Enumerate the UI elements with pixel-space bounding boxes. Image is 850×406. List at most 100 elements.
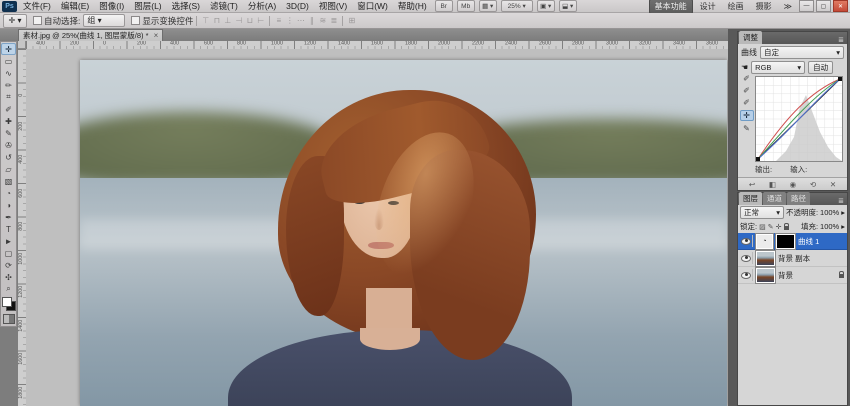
menu-help[interactable]: 帮助(H) [394, 0, 431, 12]
curves-auto-button[interactable]: 自动 [808, 61, 833, 74]
rectangle-shape-tool[interactable]: ▢ [1, 247, 16, 259]
curves-grid[interactable] [755, 76, 843, 162]
panel-menu-icon[interactable]: ≣ [836, 197, 846, 205]
opacity-slider-arrow[interactable]: ▸ [841, 208, 845, 217]
distribute-left-icon[interactable]: ∥ [306, 15, 317, 26]
layer-thumbnail[interactable] [756, 268, 775, 283]
mini-bridge-icon[interactable]: Mb [457, 0, 475, 12]
layer-row-curves1[interactable]: ◔ 曲线 1 [738, 233, 847, 250]
align-vcenter-icon[interactable]: ⊓ [211, 15, 222, 26]
black-point-eyedropper-icon[interactable]: ✐ [743, 74, 750, 83]
fill-slider-arrow[interactable]: ▸ [841, 222, 845, 231]
align-right-icon[interactable]: ⊢ [255, 15, 266, 26]
document-tab-close-icon[interactable]: × [154, 31, 159, 40]
brush-tool[interactable]: ✎ [1, 127, 16, 139]
path-selection-tool[interactable]: ► [1, 235, 16, 247]
distribute-right-icon[interactable]: ≣ [328, 15, 339, 26]
arrange-documents-icon[interactable]: ▣ ▾ [537, 0, 555, 12]
gradient-tool[interactable]: ▧ [1, 175, 16, 187]
menu-layer[interactable]: 图层(L) [130, 0, 165, 12]
panel-menu-icon[interactable]: ≣ [836, 36, 846, 44]
return-to-list-icon[interactable]: ↩ [749, 180, 755, 189]
lock-transparency-icon[interactable]: ▨ [759, 223, 766, 231]
ruler-origin-corner[interactable] [18, 41, 26, 49]
menu-window[interactable]: 窗口(W) [353, 0, 392, 12]
crop-tool[interactable]: ⌗ [1, 91, 16, 103]
canvas-pasteboard[interactable] [26, 49, 728, 406]
zoom-level-dropdown[interactable]: 25% ▾ [501, 0, 533, 12]
layer-visibility-icon[interactable]: ◉ [790, 180, 797, 189]
quick-mask-mode-button[interactable] [3, 314, 15, 324]
window-close-button[interactable]: ✕ [833, 0, 848, 12]
tab-layers[interactable]: 图层 [739, 192, 762, 205]
zoom-tool[interactable]: ⌕ [1, 283, 16, 295]
menu-3d[interactable]: 3D(D) [282, 1, 313, 11]
opacity-value[interactable]: 100% [820, 208, 839, 217]
spot-healing-brush-tool[interactable]: ✚ [1, 115, 16, 127]
align-bottom-icon[interactable]: ⊥ [222, 15, 233, 26]
workspace-design-button[interactable]: 设计 [695, 0, 721, 13]
menu-file[interactable]: 文件(F) [19, 0, 55, 12]
view-extras-icon[interactable]: ▦ ▾ [479, 0, 497, 12]
eyedropper-tool[interactable]: ✐ [1, 103, 16, 115]
rectangular-marquee-tool[interactable]: ▭ [1, 55, 16, 67]
tab-channels[interactable]: 通道 [763, 192, 786, 205]
tab-paths[interactable]: 路径 [787, 192, 810, 205]
menu-select[interactable]: 选择(S) [168, 0, 204, 12]
bridge-icon[interactable]: Br [435, 0, 453, 12]
eraser-tool[interactable]: ▱ [1, 163, 16, 175]
menu-view[interactable]: 视图(V) [315, 0, 351, 12]
move-tool-preset[interactable]: ✛ ▾ [3, 14, 27, 28]
hand-tool[interactable]: ✣ [1, 271, 16, 283]
targeted-adjustment-hand-icon[interactable]: ☚ [741, 63, 748, 72]
layer-thumbnail[interactable] [756, 251, 775, 266]
auto-select-checkbox[interactable] [33, 16, 42, 25]
align-hcenter-icon[interactable]: ⊔ [244, 15, 255, 26]
lock-position-icon[interactable]: ✛ [776, 223, 782, 231]
move-tool[interactable]: ✛ [1, 43, 16, 55]
menu-edit[interactable]: 编辑(E) [57, 0, 93, 12]
foreground-color-swatch[interactable] [2, 297, 12, 307]
pen-tool[interactable]: ✒ [1, 211, 16, 223]
clip-to-layer-icon[interactable]: ◧ [769, 180, 776, 189]
clone-stamp-tool[interactable]: ✇ [1, 139, 16, 151]
fill-value[interactable]: 100% [820, 222, 839, 231]
workspace-more-chevron[interactable]: ≫ [779, 1, 797, 12]
layer-name[interactable]: 背景 [778, 270, 793, 281]
targeted-adjustment-tool-icon[interactable]: ✛ [740, 110, 754, 121]
curves-channel-dropdown[interactable]: RGB ▾ [751, 61, 805, 74]
show-transform-checkbox[interactable] [131, 16, 140, 25]
document-canvas-image[interactable] [80, 60, 727, 406]
dodge-tool[interactable]: ◑ [1, 199, 16, 211]
3d-rotate-tool[interactable]: ⟳ [1, 259, 16, 271]
lock-all-icon[interactable] [784, 226, 789, 230]
curves-preset-dropdown[interactable]: 自定 ▾ [760, 46, 844, 59]
lasso-tool[interactable]: ∿ [1, 67, 16, 79]
reset-adjustment-icon[interactable]: ⟲ [810, 180, 816, 189]
menu-filter[interactable]: 滤镜(T) [206, 0, 242, 12]
workspace-essentials-button[interactable]: 基本功能 [649, 0, 693, 14]
align-left-icon[interactable]: ⊣ [233, 15, 244, 26]
screen-mode-icon[interactable]: ⬓ ▾ [559, 0, 577, 12]
align-top-icon[interactable]: ⊤ [200, 15, 211, 26]
gray-point-eyedropper-icon[interactable]: ✐ [743, 86, 750, 95]
layer-name[interactable]: 背景 副本 [778, 253, 810, 264]
distribute-top-icon[interactable]: ≡ [273, 15, 284, 26]
workspace-painting-button[interactable]: 绘画 [723, 0, 749, 13]
document-tab[interactable]: 素材.jpg @ 25%(曲线 1, 图层蒙版/8) * × [18, 29, 163, 41]
layer-visibility-toggle[interactable] [740, 269, 753, 281]
layer-row-background[interactable]: 背景 [738, 267, 847, 284]
curves-adjustment-thumbnail[interactable]: ◔ [756, 234, 773, 249]
window-maximize-button[interactable]: ▢ [816, 0, 831, 12]
layer-row-background-copy[interactable]: 背景 副本 [738, 250, 847, 267]
layer-mask-thumbnail[interactable] [776, 234, 795, 249]
delete-adjustment-icon[interactable]: ✕ [830, 180, 836, 189]
distribute-hcenter-icon[interactable]: ≋ [317, 15, 328, 26]
menu-analysis[interactable]: 分析(A) [244, 0, 280, 12]
curves-pencil-icon[interactable]: ✎ [743, 124, 750, 133]
layer-visibility-toggle[interactable] [740, 252, 753, 264]
workspace-photography-button[interactable]: 摄影 [751, 0, 777, 13]
tab-adjustments[interactable]: 调整 [739, 31, 762, 44]
menu-image[interactable]: 图像(I) [95, 0, 128, 12]
history-brush-tool[interactable]: ↺ [1, 151, 16, 163]
